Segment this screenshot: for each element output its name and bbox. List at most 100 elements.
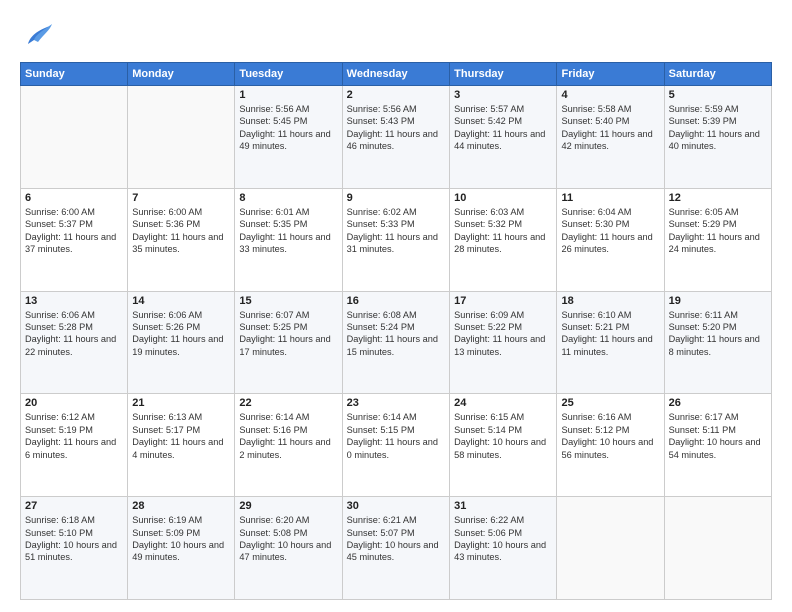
- calendar-cell: 30 Sunrise: 6:21 AM Sunset: 5:07 PM Dayli…: [342, 497, 449, 600]
- day-info: Sunrise: 6:21 AM Sunset: 5:07 PM Dayligh…: [347, 514, 445, 564]
- day-info: Sunrise: 6:06 AM Sunset: 5:26 PM Dayligh…: [132, 309, 230, 359]
- day-number: 11: [561, 192, 659, 204]
- day-info: Sunrise: 6:11 AM Sunset: 5:20 PM Dayligh…: [669, 309, 767, 359]
- day-number: 5: [669, 89, 767, 101]
- day-number: 19: [669, 295, 767, 307]
- day-number: 20: [25, 397, 123, 409]
- day-number: 14: [132, 295, 230, 307]
- calendar-header-row: SundayMondayTuesdayWednesdayThursdayFrid…: [21, 63, 772, 86]
- day-info: Sunrise: 6:14 AM Sunset: 5:16 PM Dayligh…: [239, 411, 337, 461]
- day-number: 18: [561, 295, 659, 307]
- day-info: Sunrise: 5:57 AM Sunset: 5:42 PM Dayligh…: [454, 103, 552, 153]
- calendar-cell: 27 Sunrise: 6:18 AM Sunset: 5:10 PM Dayli…: [21, 497, 128, 600]
- calendar-cell: [128, 86, 235, 189]
- calendar-header-sunday: Sunday: [21, 63, 128, 86]
- logo-icon: [20, 16, 58, 54]
- day-info: Sunrise: 6:06 AM Sunset: 5:28 PM Dayligh…: [25, 309, 123, 359]
- calendar-cell: 28 Sunrise: 6:19 AM Sunset: 5:09 PM Dayli…: [128, 497, 235, 600]
- day-info: Sunrise: 6:13 AM Sunset: 5:17 PM Dayligh…: [132, 411, 230, 461]
- day-info: Sunrise: 6:19 AM Sunset: 5:09 PM Dayligh…: [132, 514, 230, 564]
- calendar-cell: 9 Sunrise: 6:02 AM Sunset: 5:33 PM Daylig…: [342, 188, 449, 291]
- day-number: 25: [561, 397, 659, 409]
- day-number: 10: [454, 192, 552, 204]
- day-number: 22: [239, 397, 337, 409]
- day-number: 2: [347, 89, 445, 101]
- day-number: 29: [239, 500, 337, 512]
- day-number: 1: [239, 89, 337, 101]
- calendar-cell: 13Sunrise: 6:06 AM Sunset: 5:28 PM Dayli…: [21, 291, 128, 394]
- calendar-cell: 31 Sunrise: 6:22 AM Sunset: 5:06 PM Dayli…: [450, 497, 557, 600]
- calendar-cell: 2 Sunrise: 5:56 AM Sunset: 5:43 PM Daylig…: [342, 86, 449, 189]
- day-info: Sunrise: 6:02 AM Sunset: 5:33 PM Dayligh…: [347, 206, 445, 256]
- calendar-cell: 6 Sunrise: 6:00 AM Sunset: 5:37 PM Daylig…: [21, 188, 128, 291]
- day-info: Sunrise: 6:00 AM Sunset: 5:36 PM Dayligh…: [132, 206, 230, 256]
- calendar-header-saturday: Saturday: [664, 63, 771, 86]
- day-number: 28: [132, 500, 230, 512]
- day-number: 30: [347, 500, 445, 512]
- day-info: Sunrise: 6:17 AM Sunset: 5:11 PM Dayligh…: [669, 411, 767, 461]
- calendar-header-monday: Monday: [128, 63, 235, 86]
- day-info: Sunrise: 6:01 AM Sunset: 5:35 PM Dayligh…: [239, 206, 337, 256]
- calendar-week-row: 13Sunrise: 6:06 AM Sunset: 5:28 PM Dayli…: [21, 291, 772, 394]
- day-number: 3: [454, 89, 552, 101]
- calendar-cell: 23Sunrise: 6:14 AM Sunset: 5:15 PM Dayli…: [342, 394, 449, 497]
- page: SundayMondayTuesdayWednesdayThursdayFrid…: [0, 0, 792, 612]
- calendar-week-row: 1Sunrise: 5:56 AM Sunset: 5:45 PM Daylig…: [21, 86, 772, 189]
- day-info: Sunrise: 6:08 AM Sunset: 5:24 PM Dayligh…: [347, 309, 445, 359]
- day-info: Sunrise: 6:07 AM Sunset: 5:25 PM Dayligh…: [239, 309, 337, 359]
- calendar-cell: 3 Sunrise: 5:57 AM Sunset: 5:42 PM Daylig…: [450, 86, 557, 189]
- calendar-cell: 17Sunrise: 6:09 AM Sunset: 5:22 PM Dayli…: [450, 291, 557, 394]
- calendar-cell: 15Sunrise: 6:07 AM Sunset: 5:25 PM Dayli…: [235, 291, 342, 394]
- day-number: 12: [669, 192, 767, 204]
- day-number: 21: [132, 397, 230, 409]
- calendar-header-tuesday: Tuesday: [235, 63, 342, 86]
- day-info: Sunrise: 6:10 AM Sunset: 5:21 PM Dayligh…: [561, 309, 659, 359]
- calendar-cell: 14 Sunrise: 6:06 AM Sunset: 5:26 PM Dayli…: [128, 291, 235, 394]
- calendar-header-friday: Friday: [557, 63, 664, 86]
- calendar-week-row: 27 Sunrise: 6:18 AM Sunset: 5:10 PM Dayli…: [21, 497, 772, 600]
- calendar-cell: 1Sunrise: 5:56 AM Sunset: 5:45 PM Daylig…: [235, 86, 342, 189]
- calendar-cell: 24Sunrise: 6:15 AM Sunset: 5:14 PM Dayli…: [450, 394, 557, 497]
- day-number: 9: [347, 192, 445, 204]
- day-number: 16: [347, 295, 445, 307]
- calendar-cell: 19 Sunrise: 6:11 AM Sunset: 5:20 PM Dayli…: [664, 291, 771, 394]
- day-info: Sunrise: 6:18 AM Sunset: 5:10 PM Dayligh…: [25, 514, 123, 564]
- calendar-cell: 21 Sunrise: 6:13 AM Sunset: 5:17 PM Dayli…: [128, 394, 235, 497]
- calendar-cell: 12 Sunrise: 6:05 AM Sunset: 5:29 PM Dayli…: [664, 188, 771, 291]
- day-info: Sunrise: 5:56 AM Sunset: 5:43 PM Dayligh…: [347, 103, 445, 153]
- day-info: Sunrise: 6:22 AM Sunset: 5:06 PM Dayligh…: [454, 514, 552, 564]
- day-info: Sunrise: 6:00 AM Sunset: 5:37 PM Dayligh…: [25, 206, 123, 256]
- calendar-cell: 22 Sunrise: 6:14 AM Sunset: 5:16 PM Dayli…: [235, 394, 342, 497]
- logo: [20, 16, 62, 54]
- day-info: Sunrise: 6:16 AM Sunset: 5:12 PM Dayligh…: [561, 411, 659, 461]
- calendar-cell: [557, 497, 664, 600]
- day-number: 31: [454, 500, 552, 512]
- calendar-cell: 26 Sunrise: 6:17 AM Sunset: 5:11 PM Dayli…: [664, 394, 771, 497]
- day-number: 26: [669, 397, 767, 409]
- day-info: Sunrise: 6:15 AM Sunset: 5:14 PM Dayligh…: [454, 411, 552, 461]
- calendar-cell: 25 Sunrise: 6:16 AM Sunset: 5:12 PM Dayli…: [557, 394, 664, 497]
- day-info: Sunrise: 6:20 AM Sunset: 5:08 PM Dayligh…: [239, 514, 337, 564]
- calendar-cell: 5 Sunrise: 5:59 AM Sunset: 5:39 PM Daylig…: [664, 86, 771, 189]
- calendar-cell: 16 Sunrise: 6:08 AM Sunset: 5:24 PM Dayli…: [342, 291, 449, 394]
- day-number: 4: [561, 89, 659, 101]
- day-info: Sunrise: 6:03 AM Sunset: 5:32 PM Dayligh…: [454, 206, 552, 256]
- day-number: 7: [132, 192, 230, 204]
- calendar-week-row: 20 Sunrise: 6:12 AM Sunset: 5:19 PM Dayli…: [21, 394, 772, 497]
- day-info: Sunrise: 5:59 AM Sunset: 5:39 PM Dayligh…: [669, 103, 767, 153]
- day-info: Sunrise: 6:05 AM Sunset: 5:29 PM Dayligh…: [669, 206, 767, 256]
- calendar-cell: [664, 497, 771, 600]
- calendar-cell: 18 Sunrise: 6:10 AM Sunset: 5:21 PM Dayli…: [557, 291, 664, 394]
- day-info: Sunrise: 6:12 AM Sunset: 5:19 PM Dayligh…: [25, 411, 123, 461]
- calendar-cell: 4 Sunrise: 5:58 AM Sunset: 5:40 PM Daylig…: [557, 86, 664, 189]
- day-info: Sunrise: 5:58 AM Sunset: 5:40 PM Dayligh…: [561, 103, 659, 153]
- day-number: 8: [239, 192, 337, 204]
- day-number: 27: [25, 500, 123, 512]
- calendar-cell: 29 Sunrise: 6:20 AM Sunset: 5:08 PM Dayli…: [235, 497, 342, 600]
- calendar: SundayMondayTuesdayWednesdayThursdayFrid…: [20, 62, 772, 600]
- calendar-cell: 10 Sunrise: 6:03 AM Sunset: 5:32 PM Dayli…: [450, 188, 557, 291]
- calendar-header-wednesday: Wednesday: [342, 63, 449, 86]
- header: [20, 16, 772, 54]
- day-info: Sunrise: 6:14 AM Sunset: 5:15 PM Dayligh…: [347, 411, 445, 461]
- day-number: 6: [25, 192, 123, 204]
